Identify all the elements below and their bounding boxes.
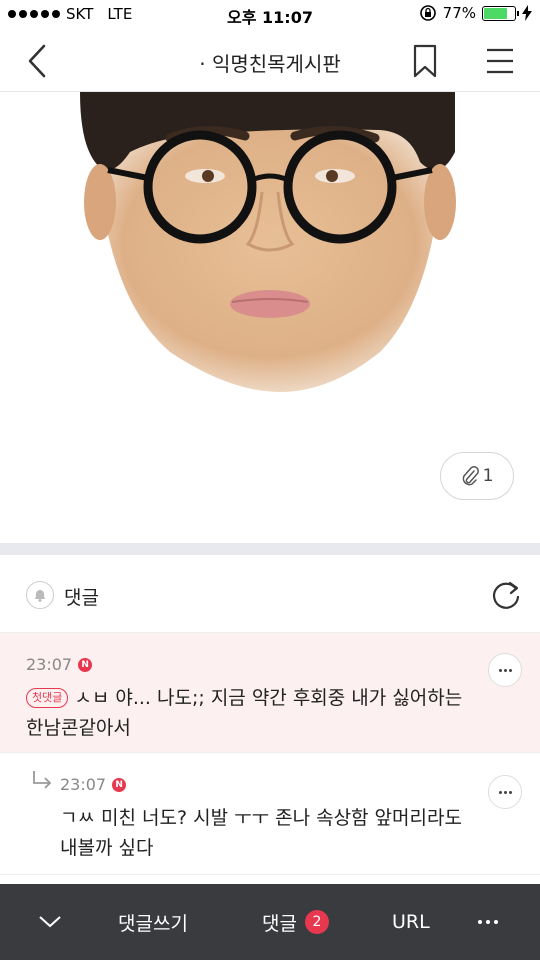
comment-more-button[interactable] — [488, 653, 522, 687]
status-bar: SKT LTE 오후 11:07 77% — [0, 0, 540, 30]
battery-fill — [484, 7, 508, 19]
comments-label: 댓글 — [64, 587, 99, 609]
comments-header: 댓글 — [0, 555, 540, 633]
new-badge: N — [78, 657, 93, 672]
bell-glyph — [35, 590, 45, 602]
bookmark-icon[interactable] — [410, 44, 440, 78]
reply-arrow-icon — [33, 771, 52, 789]
face-illustration — [80, 92, 456, 392]
post-image — [0, 92, 540, 392]
reply-text: ㄱㅆ 미친 너도? 시발 ㅜㅜ 존나 속상함 앞머리라도 내볼까 싶다 — [60, 807, 462, 859]
rotation-lock-icon — [419, 5, 436, 21]
attachment-count: 1 — [482, 466, 494, 486]
reply-meta: 23:07 N — [60, 775, 127, 794]
board-header: · 익명친목게시판 — [0, 30, 540, 92]
board-title: · 익명친목게시판 — [199, 52, 341, 76]
comments-button-label: 댓글 — [262, 912, 297, 935]
comment-time: 23:07 — [26, 655, 73, 674]
section-divider — [0, 543, 540, 555]
refresh-icon[interactable] — [490, 579, 522, 611]
comment-count-badge: 2 — [304, 910, 329, 934]
new-badge: N — [112, 777, 127, 792]
first-comment-tag: 첫댓글 — [26, 688, 69, 708]
attachment-button[interactable]: 1 — [440, 452, 514, 500]
reply-item: 23:07 N ㄱㅆ 미친 너도? 시발 ㅜㅜ 존나 속상함 앞머리라도 내볼까… — [0, 753, 540, 875]
battery-percent: 77% — [442, 4, 476, 22]
menu-icon[interactable] — [486, 48, 514, 74]
bottom-action-bar: 댓글쓰기 댓글 2 URL — [0, 884, 540, 960]
chevron-down-icon[interactable] — [38, 884, 66, 960]
comment-text: ㅅㅂ 야... 나도;; 지금 약간 후회중 내가 싫어하는 한남콘같아서 — [26, 687, 463, 739]
comment-item: 23:07 N 첫댓글 ㅅㅂ 야... 나도;; 지금 약간 후회중 내가 싫어하… — [0, 633, 540, 753]
chevron-glyph — [39, 916, 61, 928]
paperclip-icon — [462, 466, 479, 486]
comments-button[interactable]: 댓글 2 — [262, 884, 329, 960]
write-comment-button[interactable]: 댓글쓰기 — [118, 884, 188, 960]
battery-icon — [482, 5, 519, 21]
reply-more-button[interactable] — [488, 775, 522, 809]
comment-body: 첫댓글 ㅅㅂ 야... 나도;; 지금 약간 후회중 내가 싫어하는 한남콘같아서 — [26, 683, 476, 743]
reply-time: 23:07 — [60, 775, 107, 794]
bell-icon[interactable] — [26, 581, 54, 609]
more-icon[interactable] — [478, 884, 498, 960]
comment-meta: 23:07 N — [26, 655, 93, 674]
url-button[interactable]: URL — [392, 884, 430, 960]
charging-icon — [522, 5, 532, 21]
status-right: 77% — [419, 4, 532, 22]
